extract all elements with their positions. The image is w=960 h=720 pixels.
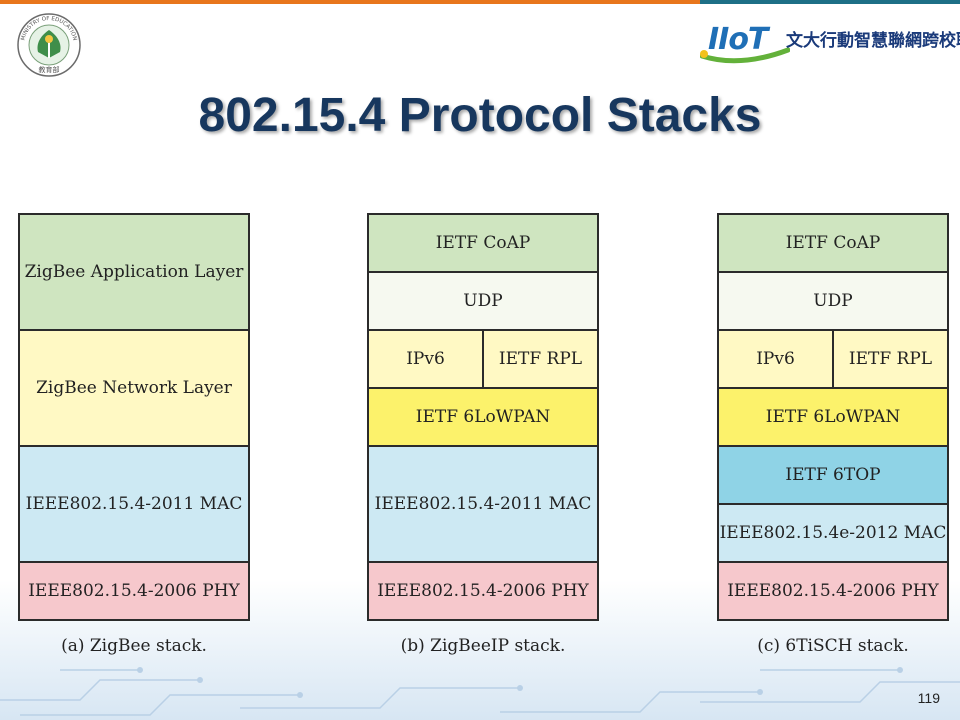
6tisch-stack-caption: (c) 6TiSCH stack. (757, 636, 909, 656)
moe-logo-cn: 教育部 (39, 65, 60, 74)
udp-layer: UDP (367, 271, 599, 331)
zigbeeip-stack-caption: (b) ZigBeeIP stack. (400, 636, 566, 656)
network-layer-row: IPv6 IETF RPL (717, 329, 949, 389)
coap-layer: IETF CoAP (717, 213, 949, 273)
zigbee-application-layer: ZigBee Application Layer (18, 213, 250, 331)
mac-layer: IEEE802.15.4-2011 MAC (18, 445, 250, 563)
6top-layer: IETF 6TOP (717, 445, 949, 505)
mac-layer: IEEE802.15.4-2011 MAC (367, 445, 599, 563)
zigbeeip-stack: IETF CoAP UDP IPv6 IETF RPL IETF 6LoWPAN… (367, 213, 599, 621)
mac-layer: IEEE802.15.4e-2012 MAC (717, 503, 949, 563)
6lowpan-layer: IETF 6LoWPAN (717, 387, 949, 447)
rpl-layer: IETF RPL (832, 329, 949, 389)
udp-layer: UDP (717, 271, 949, 331)
zigbee-network-layer: ZigBee Network Layer (18, 329, 250, 447)
page-number: 119 (917, 690, 940, 706)
phy-layer: IEEE802.15.4-2006 PHY (717, 561, 949, 621)
phy-layer: IEEE802.15.4-2006 PHY (367, 561, 599, 621)
alliance-name: 文大行動智慧聯網跨校聯盟 (786, 31, 960, 51)
rpl-layer: IETF RPL (482, 329, 599, 389)
top-accent-bar-teal (700, 0, 960, 4)
ministry-of-education-logo: 教育部 MINISTRY OF EDUCATION (17, 13, 81, 77)
coap-layer: IETF CoAP (367, 213, 599, 273)
zigbee-stack: ZigBee Application Layer ZigBee Network … (18, 213, 250, 621)
slide-title: 802.15.4 Protocol Stacks (198, 89, 762, 142)
6tisch-stack: IETF CoAP UDP IPv6 IETF RPL IETF 6LoWPAN… (717, 213, 949, 621)
ipv6-layer: IPv6 (717, 329, 834, 389)
top-accent-bar-orange (0, 0, 700, 4)
phy-layer: IEEE802.15.4-2006 PHY (18, 561, 250, 621)
alliance-logo: IIoT 文大行動智慧聯網跨校聯盟 (700, 16, 960, 64)
ipv6-layer: IPv6 (367, 329, 484, 389)
zigbee-stack-caption: (a) ZigBee stack. (61, 636, 207, 656)
brand-swoosh-icon (700, 47, 790, 64)
6lowpan-layer: IETF 6LoWPAN (367, 387, 599, 447)
network-layer-row: IPv6 IETF RPL (367, 329, 599, 389)
